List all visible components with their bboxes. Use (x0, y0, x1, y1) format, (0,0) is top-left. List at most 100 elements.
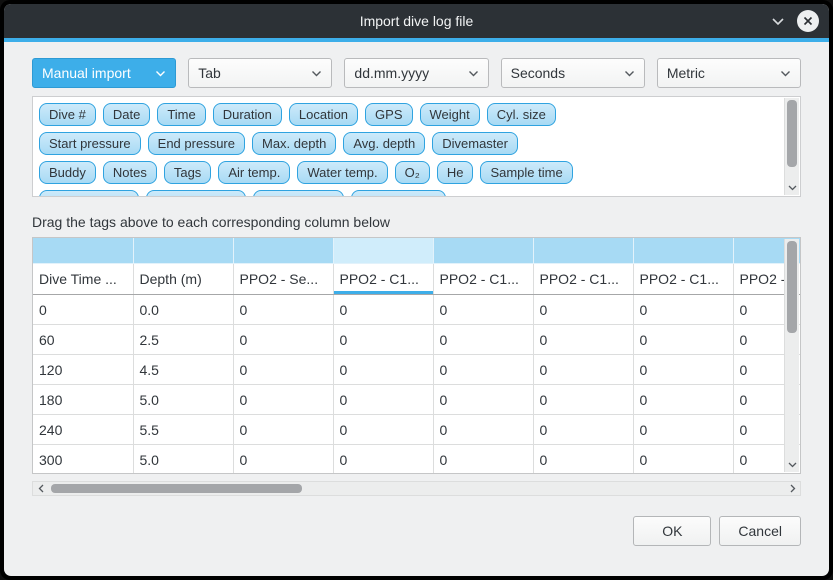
table-cell: 0 (333, 295, 433, 325)
combo-duration-format[interactable]: Seconds (501, 58, 645, 88)
tag-dive[interactable]: Dive # (39, 103, 96, 126)
combo-value: Manual import (42, 65, 155, 81)
tag-sample-time[interactable]: Sample time (480, 161, 572, 184)
table-cell: 0 (633, 445, 733, 475)
scroll-down-arrow[interactable] (785, 180, 799, 195)
tag-sample-depth[interactable]: Sample depth (39, 190, 139, 197)
tag-he[interactable]: He (437, 161, 474, 184)
table-cell: 0 (333, 355, 433, 385)
tag-start-pressure[interactable]: Start pressure (39, 132, 141, 155)
table-cell: 0 (233, 445, 333, 475)
table-cell: 0 (233, 355, 333, 385)
combo-value: Metric (667, 65, 780, 81)
scrollbar-thumb[interactable] (787, 241, 797, 333)
table-cell: 0 (533, 445, 633, 475)
drop-cell[interactable] (433, 238, 533, 264)
drop-cell[interactable] (633, 238, 733, 264)
combo-units[interactable]: Metric (657, 58, 801, 88)
scrollbar-thumb[interactable] (787, 100, 797, 167)
table-scrollbar[interactable] (784, 239, 799, 472)
chevron-down-icon (468, 70, 479, 77)
titlebar-chevron-down-icon[interactable] (771, 17, 785, 26)
tag-pool-scrollbar[interactable] (784, 98, 799, 195)
combo-import-mode[interactable]: Manual import (32, 58, 176, 88)
table-cell: 0 (33, 295, 133, 325)
tag-avg-depth[interactable]: Avg. depth (343, 132, 425, 155)
table-cell: 0 (333, 445, 433, 475)
table-cell: 5.0 (133, 445, 233, 475)
table-cell: 0.0 (133, 295, 233, 325)
table-cell: 0 (433, 385, 533, 415)
scrollbar-track[interactable] (785, 239, 799, 457)
chevron-down-icon (155, 70, 166, 77)
drop-cell[interactable] (233, 238, 333, 264)
tag-o[interactable]: O₂ (395, 161, 430, 184)
tag-sample-temp[interactable]: Sample temp. (146, 190, 246, 197)
table-cell: 5.5 (133, 415, 233, 445)
table-cell: 0 (433, 415, 533, 445)
column-header: PPO2 - C1... (333, 264, 433, 295)
tag-gps[interactable]: GPS (365, 103, 412, 126)
tag-row: Start pressure End pressure Max. depth Avg.… (39, 132, 778, 155)
combo-value: Seconds (511, 65, 624, 81)
drop-cell[interactable] (33, 238, 133, 264)
drop-cell[interactable] (333, 238, 433, 264)
ok-button[interactable]: OK (633, 516, 711, 546)
table-cell: 0 (433, 325, 533, 355)
drop-cell[interactable] (133, 238, 233, 264)
tag-date[interactable]: Date (103, 103, 150, 126)
table-cell: 0 (533, 325, 633, 355)
table-cell: 0 (533, 295, 633, 325)
close-button[interactable] (797, 10, 819, 32)
scrollbar-track[interactable] (48, 482, 785, 495)
combo-field-separator[interactable]: Tab (188, 58, 332, 88)
window-title: Import dive log file (4, 13, 829, 29)
table-cell: 0 (533, 355, 633, 385)
tag-row: Sample depth Sample temp. Sample pO₂ Sample… (39, 190, 778, 197)
scrollbar-thumb[interactable] (51, 484, 302, 493)
table-cell: 0 (333, 325, 433, 355)
chevron-down-icon (311, 70, 322, 77)
scroll-down-arrow[interactable] (785, 457, 799, 472)
table-cell: 0 (233, 385, 333, 415)
dialog-body: Manual importTabdd.mm.yyyySecondsMetric … (4, 42, 829, 576)
table-cell: 60 (33, 325, 133, 355)
table-cell: 0 (533, 385, 633, 415)
scroll-right-arrow[interactable] (785, 482, 800, 495)
close-icon (803, 16, 813, 26)
tag-weight[interactable]: Weight (420, 103, 480, 126)
tag-divemaster[interactable]: Divemaster (432, 132, 518, 155)
tag-air-temp[interactable]: Air temp. (218, 161, 290, 184)
table-horizontal-scrollbar[interactable] (32, 481, 801, 496)
tag-end-pressure[interactable]: End pressure (148, 132, 245, 155)
table-cell: 0 (633, 385, 733, 415)
tag-tags[interactable]: Tags (164, 161, 211, 184)
titlebar[interactable]: Import dive log file (4, 4, 829, 38)
instruction-text: Drag the tags above to each correspondin… (32, 214, 801, 230)
table-cell: 0 (633, 415, 733, 445)
scroll-left-arrow[interactable] (33, 482, 48, 495)
tag-cyl-size[interactable]: Cyl. size (487, 103, 556, 126)
tag-max-depth[interactable]: Max. depth (252, 132, 336, 155)
drop-cell[interactable] (533, 238, 633, 264)
table-row: 1204.5000000 (33, 355, 801, 385)
tag-notes[interactable]: Notes (103, 161, 157, 184)
header-row: Dive Time ...Depth (m)PPO2 - Se...PPO2 -… (33, 264, 801, 295)
tag-location[interactable]: Location (289, 103, 358, 126)
tag-sample-po[interactable]: Sample pO₂ (253, 190, 343, 197)
table-cell: 0 (333, 415, 433, 445)
column-header: PPO2 - C1... (633, 264, 733, 295)
scrollbar-track[interactable] (785, 98, 799, 180)
tag-water-temp[interactable]: Water temp. (297, 161, 387, 184)
column-header: Depth (m) (133, 264, 233, 295)
tag-row: Dive # Date Time Duration Location GPS Weight C… (39, 103, 778, 126)
tag-buddy[interactable]: Buddy (39, 161, 96, 184)
tag-time[interactable]: Time (157, 103, 205, 126)
tag-duration[interactable]: Duration (213, 103, 282, 126)
combo-row: Manual import Tab dd.mm.yyyy Seconds Metric (32, 58, 801, 88)
combo-date-format[interactable]: dd.mm.yyyy (344, 58, 488, 88)
table-cell: 2.5 (133, 325, 233, 355)
table-cell: 0 (433, 355, 533, 385)
tag-sample-cns[interactable]: Sample CNS (351, 190, 446, 197)
cancel-button[interactable]: Cancel (719, 516, 801, 546)
